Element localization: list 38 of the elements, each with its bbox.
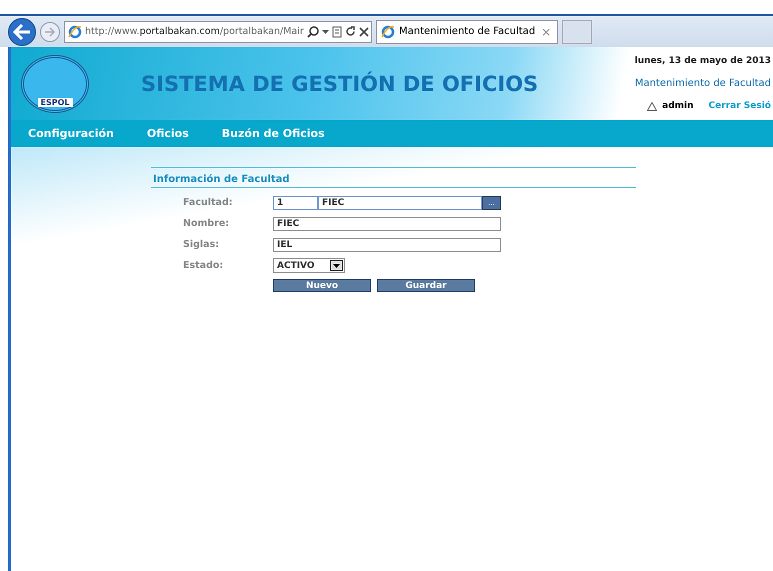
logout-link[interactable]: Cerrar Sesió	[708, 101, 771, 111]
browser-logo-icon	[381, 24, 395, 38]
name-field[interactable]: FIEC	[318, 196, 482, 210]
close-icon[interactable]	[358, 26, 369, 36]
nav-item[interactable]: Configuración	[28, 127, 114, 140]
logo-text: ESPOL	[38, 98, 72, 106]
back-arrow-icon	[13, 24, 31, 40]
url-text: http://www.portalbakan.com/portalbakan/Mair	[85, 26, 304, 37]
field-label: Siglas:	[183, 239, 220, 250]
search-icon[interactable]	[306, 26, 319, 38]
field-label: Estado:	[183, 260, 224, 271]
status-select[interactable]: ACTIVO	[273, 258, 345, 273]
text-field[interactable]: FIEC	[273, 216, 501, 230]
field-label: Facultad:	[183, 197, 234, 208]
nav-item[interactable]: Buzón de Oficios	[222, 127, 325, 140]
user-name: admin	[662, 101, 694, 111]
form-button[interactable]: Guardar	[377, 279, 475, 292]
browser-tab[interactable]: Mantenimiento de Facultad ×	[376, 20, 558, 44]
back-button[interactable]	[8, 18, 36, 46]
tab-close-button[interactable]: ×	[539, 26, 554, 38]
forward-arrow-icon	[44, 26, 56, 36]
refresh-icon[interactable]	[344, 26, 356, 37]
field-label: Nombre:	[183, 218, 230, 229]
system-title: SISTEMA DE GESTIÓN DE OFICIOS	[141, 72, 540, 96]
compatibility-icon[interactable]	[332, 26, 342, 38]
code-field[interactable]: 1	[273, 196, 318, 210]
browser-logo-icon	[68, 24, 82, 38]
dropdown-icon[interactable]	[322, 30, 329, 34]
lookup-button[interactable]: ...	[482, 196, 501, 210]
form-button[interactable]: Nuevo	[273, 279, 371, 292]
warning-icon	[647, 102, 658, 110]
page-name: Mantenimiento de Facultad	[634, 78, 771, 89]
date-text: lunes, 13 de mayo de 2013	[634, 56, 771, 66]
text-field[interactable]: IEL	[273, 238, 501, 252]
address-bar[interactable]: http://www.portalbakan.com/portalbakan/Mair	[64, 20, 372, 42]
nav-item[interactable]: Oficios	[146, 127, 189, 140]
tab-title: Mantenimiento de Facultad	[399, 26, 536, 37]
section-title: Información de Facultad	[151, 174, 636, 188]
